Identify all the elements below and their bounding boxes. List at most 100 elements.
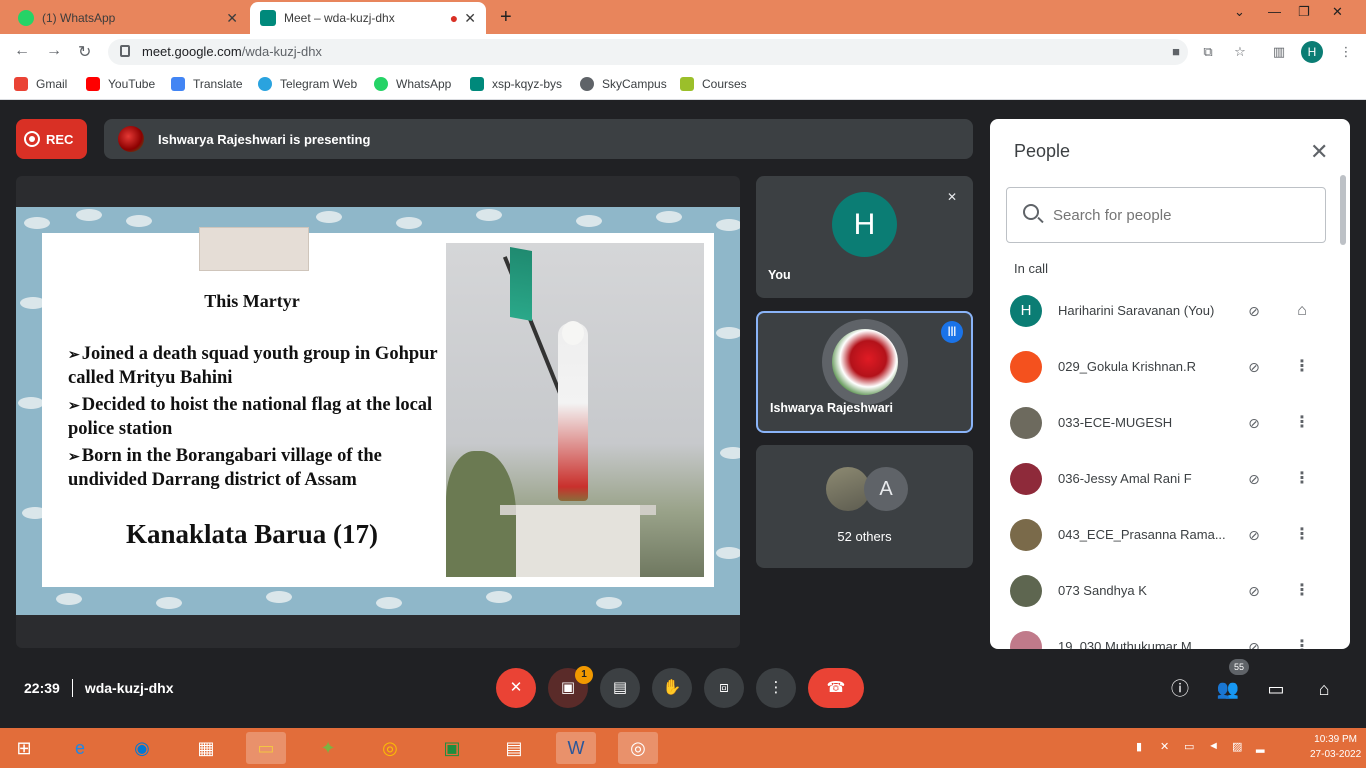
camera-off-icon: ▣: [560, 679, 576, 696]
search-input[interactable]: [1053, 202, 1313, 228]
close-icon[interactable]: ✕: [1310, 139, 1328, 165]
participant-row[interactable]: 073 Sandhya K ⊘ ⋮: [990, 571, 1334, 611]
tab-whatsapp[interactable]: (1) WhatsApp ✕: [8, 2, 248, 34]
excel-icon[interactable]: ▣: [432, 732, 472, 764]
tab-meet[interactable]: Meet – wda-kuzj-dhx ● ✕: [250, 2, 486, 34]
activities-icon[interactable]: ⌂: [1312, 677, 1336, 701]
more-options-icon[interactable]: ⋮: [1292, 637, 1312, 649]
restore-icon[interactable]: ❐: [1298, 4, 1310, 20]
internet-explorer-icon[interactable]: e: [60, 732, 100, 764]
edge-icon[interactable]: ◉: [122, 732, 162, 764]
bookmark-whatsapp[interactable]: WhatsApp: [374, 77, 451, 91]
raise-hand-button[interactable]: ✋: [652, 668, 692, 708]
bookmark-skycampus[interactable]: SkyCampus: [580, 77, 667, 91]
section-label: In call: [1014, 261, 1048, 276]
close-tab-icon[interactable]: ✕: [464, 10, 476, 27]
slide-bullet: Joined a death squad youth group in Gohp…: [68, 343, 448, 390]
windows-start-icon[interactable]: ⊞: [4, 732, 44, 764]
lock-icon: [120, 45, 130, 57]
pin-icon[interactable]: ⌂: [1292, 301, 1312, 321]
mic-off-icon: ✕: [946, 190, 958, 204]
word-icon[interactable]: W: [556, 732, 596, 764]
hang-up-icon: ☎: [826, 679, 846, 696]
recording-indicator[interactable]: REC: [16, 119, 87, 159]
more-options-button[interactable]: ⋮: [756, 668, 796, 708]
tray-icon[interactable]: ▨: [1232, 740, 1242, 753]
bookmark-meet-link[interactable]: xsp-kqyz-bys: [470, 77, 562, 91]
scrollbar[interactable]: [1340, 175, 1346, 245]
chrome-active-icon[interactable]: ◎: [618, 732, 658, 764]
captions-button[interactable]: ▤: [600, 668, 640, 708]
participant-row[interactable]: 033-ECE-MUGESH ⊘ ⋮: [990, 403, 1334, 443]
chat-icon[interactable]: ▭: [1264, 677, 1288, 701]
forward-icon[interactable]: →: [46, 42, 62, 60]
side-panel-icon[interactable]: ▥: [1271, 44, 1287, 60]
tile-you[interactable]: H ✕ You: [756, 176, 973, 298]
telegram-icon: [258, 77, 272, 91]
participant-row[interactable]: 043_ECE_Prasanna Rama... ⊘ ⋮: [990, 515, 1334, 555]
meeting-info: 22:39 wda-kuzj-dhx: [24, 679, 173, 697]
captions-icon: ▤: [612, 679, 628, 696]
back-icon[interactable]: ←: [14, 42, 30, 60]
meeting-details-icon[interactable]: ⓘ: [1168, 677, 1192, 701]
reload-icon[interactable]: ↻: [78, 42, 91, 62]
mic-off-icon: ⊘: [1248, 415, 1260, 431]
bookmark-translate[interactable]: Translate: [171, 77, 243, 91]
address-bar[interactable]: meet.google.com/wda-kuzj-dhx: [108, 39, 1188, 65]
tab-search-icon[interactable]: ⌄: [1234, 4, 1245, 20]
minimize-icon[interactable]: —: [1268, 4, 1281, 19]
avatar: [1010, 631, 1042, 649]
participant-row[interactable]: H Hariharini Saravanan (You) ⊘ ⌂: [990, 291, 1334, 331]
powerpoint-icon[interactable]: ▤: [494, 732, 534, 764]
mic-toggle-button[interactable]: ✕: [496, 668, 536, 708]
people-icon[interactable]: 👥: [1216, 677, 1240, 701]
participant-name: 029_Gokula Krishnan.R: [1058, 359, 1197, 374]
participant-name: Hariharini Saravanan (You): [1058, 303, 1215, 318]
leave-call-button[interactable]: ☎: [808, 668, 864, 708]
present-button[interactable]: ⧈: [704, 668, 744, 708]
tile-others[interactable]: A 52 others: [756, 445, 973, 568]
bookmark-youtube[interactable]: YouTube: [86, 77, 155, 91]
menu-dots-icon[interactable]: ⋮: [1338, 44, 1354, 60]
more-options-icon[interactable]: ⋮: [1292, 357, 1312, 377]
participant-row[interactable]: 19_030 Muthukumar M ⊘ ⋮: [990, 627, 1334, 649]
more-options-icon[interactable]: ⋮: [1292, 525, 1312, 545]
gmail-icon: [14, 77, 28, 91]
participant-name: 043_ECE_Prasanna Rama...: [1058, 527, 1226, 542]
more-options-icon[interactable]: ⋮: [1292, 413, 1312, 433]
clock-date: 27-03-2022: [1310, 749, 1362, 760]
network-icon[interactable]: ✕: [1160, 740, 1169, 753]
bookmark-gmail[interactable]: Gmail: [14, 77, 67, 91]
participant-row[interactable]: 029_Gokula Krishnan.R ⊘ ⋮: [990, 347, 1334, 387]
slide-title: This Martyr: [204, 291, 300, 311]
app-icon[interactable]: ✦: [308, 732, 348, 764]
file-explorer-icon[interactable]: ▭: [246, 732, 286, 764]
mic-off-icon: ✕: [509, 679, 523, 696]
search-box[interactable]: [1006, 187, 1326, 243]
installer-icon[interactable]: ▦: [186, 732, 226, 764]
more-options-icon[interactable]: ⋮: [1292, 469, 1312, 489]
notification-badge: 1: [575, 666, 593, 684]
star-icon[interactable]: ☆: [1232, 44, 1248, 60]
whatsapp-icon: [374, 77, 388, 91]
meeting-time: 22:39: [24, 680, 60, 696]
new-tab-button[interactable]: +: [500, 6, 512, 29]
translate-icon[interactable]: ⧉: [1200, 44, 1216, 60]
tray-icon[interactable]: ▭: [1184, 740, 1194, 753]
signal-icon[interactable]: ▂: [1256, 740, 1264, 753]
system-clock[interactable]: 10:39 PM 27-03-2022: [1310, 732, 1361, 762]
bookmark-telegram[interactable]: Telegram Web: [258, 77, 357, 91]
close-tab-icon[interactable]: ✕: [226, 10, 238, 27]
chrome-icon[interactable]: ◎: [370, 732, 410, 764]
bookmark-courses[interactable]: Courses: [680, 77, 747, 91]
volume-icon[interactable]: ◄: [1208, 740, 1219, 752]
presentation-stage[interactable]: This Martyr Joined a death squad youth g…: [16, 176, 740, 648]
camera-icon[interactable]: ■: [1168, 44, 1184, 60]
close-window-icon[interactable]: ✕: [1332, 4, 1343, 20]
tray-icon[interactable]: ▮: [1136, 740, 1142, 753]
meet-call-area: REC Ishwarya Rajeshwari is presenting Th…: [0, 101, 1366, 728]
participant-row[interactable]: 036-Jessy Amal Rani F ⊘ ⋮: [990, 459, 1334, 499]
profile-avatar[interactable]: H: [1301, 41, 1323, 63]
more-options-icon[interactable]: ⋮: [1292, 581, 1312, 601]
tile-presenter[interactable]: ||| Ishwarya Rajeshwari: [756, 311, 973, 433]
